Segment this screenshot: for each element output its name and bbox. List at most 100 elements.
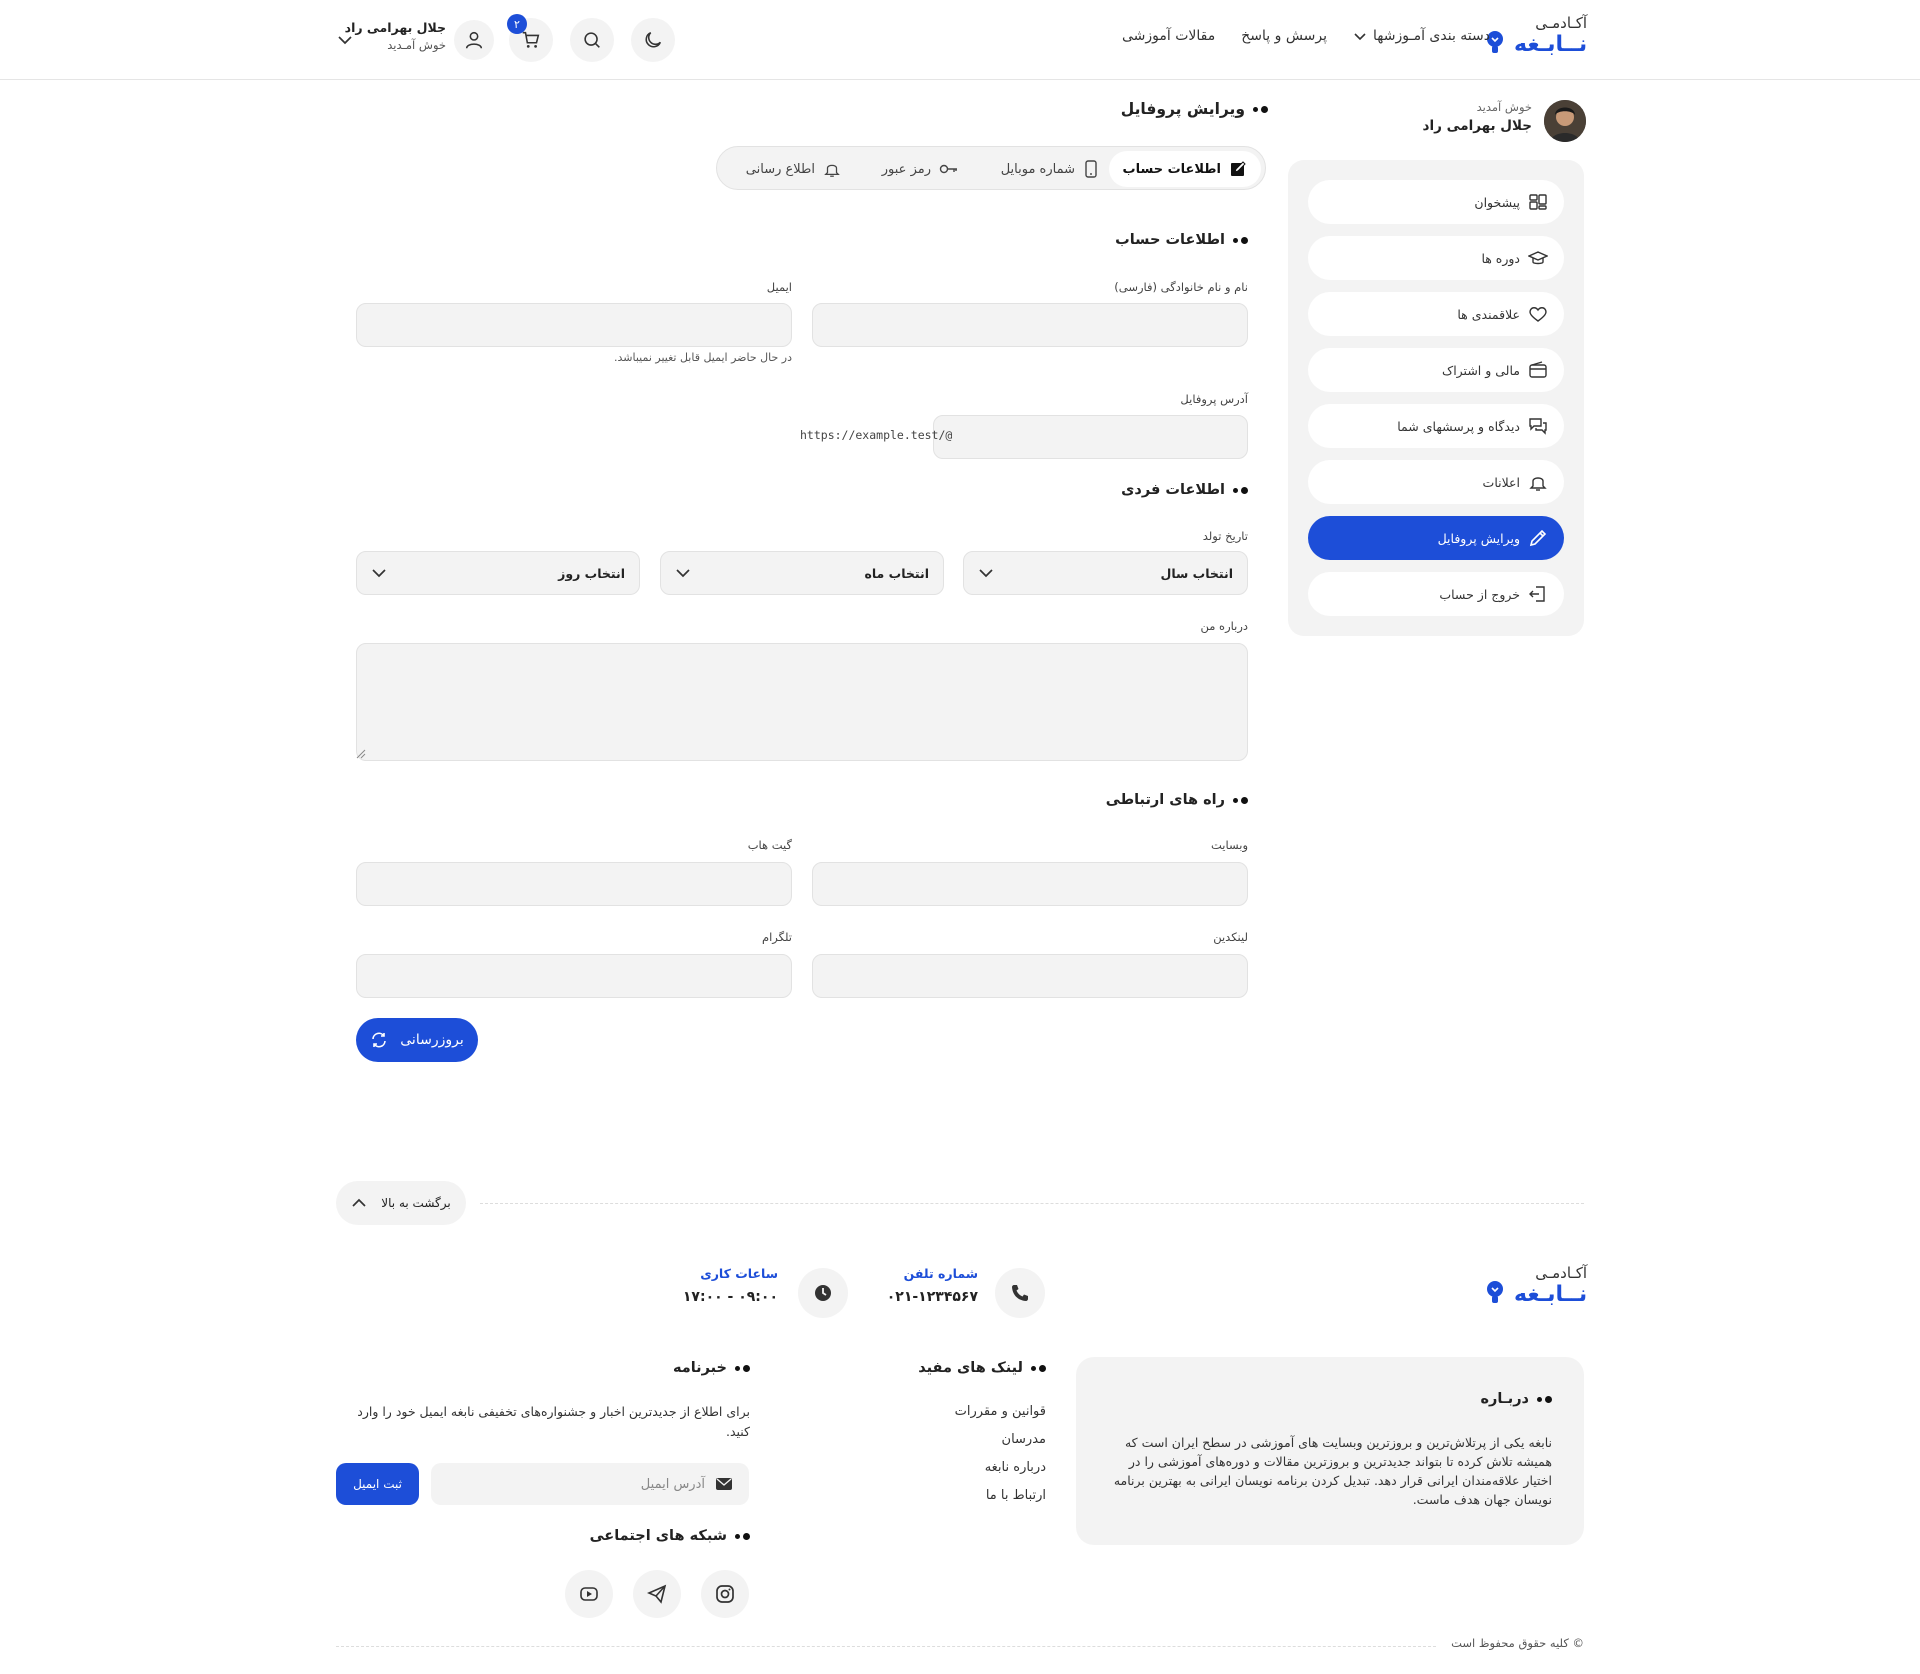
sidebar-user-name: جلال بهرامی راد <box>1422 118 1532 134</box>
logo-bottom-text: نــابـغه <box>1514 32 1588 57</box>
telegram-button[interactable] <box>633 1570 681 1618</box>
newsletter-text: برای اطلاع از جدیدترین اخبار و جشنواره‌ه… <box>357 1404 750 1439</box>
website-field[interactable] <box>812 862 1248 906</box>
tab-password[interactable]: رمز عبور <box>868 151 973 187</box>
hours-title: ساعات کاری <box>700 1266 778 1281</box>
instagram-button[interactable] <box>701 1570 749 1618</box>
graduation-cap-icon <box>1528 251 1548 265</box>
sidebar-item-logout[interactable]: خروج از حساب <box>1308 572 1564 616</box>
dark-mode-button[interactable] <box>631 18 675 62</box>
footer-logo[interactable]: آکـادمـی نــابـغه <box>1486 1264 1587 1308</box>
sidebar-item-label: مالی و اشتراک <box>1442 362 1520 378</box>
bulb-logo-icon <box>1487 1281 1503 1303</box>
logo-bottom-text: نــابـغه <box>1514 1282 1588 1307</box>
instagram-icon <box>716 1585 734 1603</box>
nav-articles[interactable]: مقالات آموزشی <box>1122 28 1215 44</box>
year-select[interactable]: انتخاب سال <box>963 551 1248 595</box>
logo[interactable]: آکـادمـی نــابـغه <box>1486 14 1587 58</box>
profile-url-prefix: https://example.test/@ <box>800 428 953 442</box>
sidebar-item-courses[interactable]: دوره ها <box>1308 236 1564 280</box>
site-header: آکـادمـی نــابـغه دسته بندی آمـوزشها پرس… <box>0 0 1920 80</box>
name-field[interactable] <box>812 303 1248 347</box>
nav-qa[interactable]: پرسش و پاسخ <box>1241 28 1327 44</box>
github-label: گیت هاب <box>747 838 792 852</box>
profile-url-field[interactable] <box>933 415 1248 459</box>
wallet-icon <box>1529 361 1547 378</box>
user-menu-chevron-icon[interactable] <box>337 33 353 47</box>
website-label: وبسایت <box>1210 838 1248 852</box>
youtube-icon <box>580 1587 598 1601</box>
page-title: ویرایش پروفایل <box>1121 100 1268 118</box>
github-field[interactable] <box>356 862 792 906</box>
links-title: لینک های مفید <box>918 1360 1023 1376</box>
year-select-value: انتخاب سال <box>1160 565 1233 581</box>
about-textarea[interactable] <box>356 643 1248 761</box>
hours-info: ساعات کاری ۰۹:۰۰ - ۱۷:۰۰ <box>670 1266 778 1305</box>
section-contact-heading: راه های ارتباطی <box>1106 792 1248 808</box>
sidebar-item-finance[interactable]: مالی و اشتراک <box>1308 348 1564 392</box>
linkedin-field[interactable] <box>812 954 1248 998</box>
chevron-down-icon <box>676 569 690 578</box>
phone-info: شماره تلفن ۰۲۱-۱۲۳۴۵۶۷ <box>870 1266 978 1305</box>
logo-top-text: آکـادمـی <box>1535 14 1588 32</box>
about-title: دربـاره <box>1480 1391 1529 1407</box>
section-account-text: اطلاعات حساب <box>1115 232 1225 248</box>
refresh-icon <box>372 1032 387 1048</box>
logo-top-text: آکـادمـی <box>1535 1264 1588 1282</box>
sidebar-item-label: اعلانات <box>1482 474 1520 490</box>
comments-icon <box>1529 418 1547 435</box>
sidebar-item-notifications[interactable]: اعلانات <box>1308 460 1564 504</box>
search-button[interactable] <box>570 18 614 62</box>
links-heading: لینک های مفید <box>918 1360 1046 1376</box>
resize-handle-icon[interactable] <box>356 749 366 759</box>
email-field[interactable] <box>356 303 792 347</box>
tab-account-info[interactable]: اطلاعات حساب <box>1108 151 1261 187</box>
footer-link-terms[interactable]: قوانین و مقررات <box>955 1404 1046 1419</box>
cart-button[interactable]: ۲ <box>507 14 553 62</box>
cart-count-badge: ۲ <box>507 14 527 34</box>
footer-divider <box>336 1646 1436 1647</box>
month-select[interactable]: انتخاب ماه <box>660 551 944 595</box>
youtube-button[interactable] <box>565 1570 613 1618</box>
sidebar-item-edit-profile[interactable]: ویرایش پروفایل <box>1308 516 1564 560</box>
user-avatar-button[interactable] <box>454 20 494 60</box>
chevron-up-icon <box>352 1198 366 1207</box>
chevron-down-icon <box>372 569 386 578</box>
sidebar-item-label: ویرایش پروفایل <box>1437 530 1520 546</box>
mobile-icon <box>1085 160 1097 178</box>
profile-tabs: اطلاعات حساب شماره موبایل رمز عبور اطلاع… <box>716 146 1266 190</box>
update-button[interactable]: بروزرسانی <box>356 1018 478 1062</box>
sidebar-avatar <box>1544 100 1586 142</box>
day-select-value: انتخاب روز <box>558 565 625 581</box>
phone-value[interactable]: ۰۲۱-۱۲۳۴۵۶۷ <box>870 1289 978 1305</box>
sidebar-item-dashboard[interactable]: پیشخوان <box>1308 180 1564 224</box>
newsletter-submit-button[interactable]: ثبت ایمیل <box>336 1463 419 1505</box>
bullet-dots-icon <box>735 1532 750 1540</box>
social-heading: شبکه های اجتماعی <box>590 1528 750 1544</box>
day-select[interactable]: انتخاب روز <box>356 551 640 595</box>
clock-icon <box>815 1285 831 1301</box>
bullet-dots-icon <box>1031 1364 1046 1372</box>
sidebar-item-favorites[interactable]: علاقمندی ها <box>1308 292 1564 336</box>
sidebar-item-comments[interactable]: دیدگاه و پرسشهای شما <box>1308 404 1564 448</box>
nav-categories[interactable]: دسته بندی آمـوزشها <box>1353 28 1490 44</box>
main-nav: دسته بندی آمـوزشها پرسش و پاسخ مقالات آم… <box>1122 28 1490 44</box>
tab-mobile[interactable]: شماره موبایل <box>987 151 1113 187</box>
email-label: ایمیل <box>766 280 792 294</box>
bullet-dots-icon <box>1233 486 1248 494</box>
newsletter-heading: خبرنامه <box>673 1360 750 1376</box>
search-icon <box>584 32 600 48</box>
newsletter-email-input[interactable]: آدرس ایمیل <box>431 1463 749 1505</box>
back-to-top-button[interactable]: برگشت به بالا <box>336 1181 466 1225</box>
telegram-icon <box>647 1584 667 1604</box>
sidebar-user: خوش آمدید جلال بهرامی راد <box>1400 100 1532 134</box>
logout-icon <box>1529 586 1545 602</box>
footer-link-contact[interactable]: ارتباط با ما <box>986 1488 1046 1503</box>
user-icon <box>465 31 483 49</box>
telegram-field[interactable] <box>356 954 792 998</box>
footer-link-about[interactable]: درباره نابغه <box>985 1460 1046 1475</box>
sidebar-item-label: پیشخوان <box>1474 194 1520 210</box>
tab-notify[interactable]: اطلاع رسانی <box>732 151 855 187</box>
about-text: نابغه یکی از پرتلاش‌ترین و بروزترین وبسا… <box>1113 1435 1552 1507</box>
footer-link-teachers[interactable]: مدرسان <box>1002 1432 1046 1447</box>
